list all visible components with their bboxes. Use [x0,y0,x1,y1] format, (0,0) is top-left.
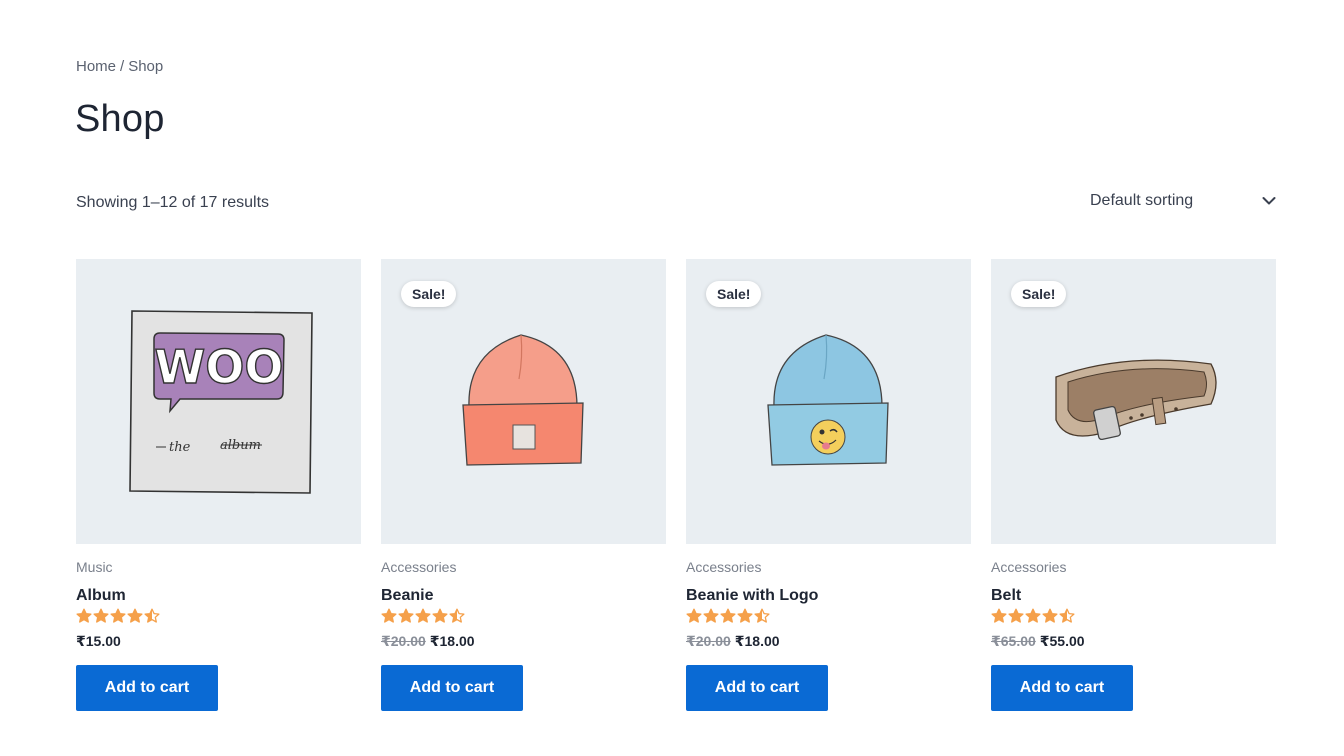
star-icon [127,608,143,629]
product-price: ₹20.00 ₹18.00 [381,633,666,650]
star-icon [737,608,753,629]
chevron-down-icon [1262,196,1276,206]
product-category: Accessories [686,559,762,575]
star-icon [686,608,702,629]
add-to-cart-button[interactable]: Add to cart [76,665,218,711]
svg-text:WOO: WOO [154,340,283,394]
product-category: Music [76,559,113,575]
star-icon [76,608,92,629]
product-grid: WOO the album Music Album ₹15.00 Add to … [76,259,1276,711]
breadcrumb-home-link[interactable]: Home [76,58,116,75]
add-to-cart-button[interactable]: Add to cart [991,665,1133,711]
breadcrumb: Home / Shop [76,58,163,75]
sorting-select[interactable]: Default sorting [1090,188,1276,214]
product-image-album[interactable]: WOO the album [76,259,361,544]
star-rating [991,608,1276,629]
star-icon [398,608,414,629]
star-icon [415,608,431,629]
shop-page: Home / Shop Shop Showing 1–12 of 17 result… [0,0,1344,756]
star-icon [1059,608,1075,629]
star-icon [381,608,397,629]
product-card: Sale! Accessories Belt ₹65.00 ₹55.00 Add… [991,259,1276,711]
product-image-beanie-with-logo[interactable]: Sale! [686,259,971,544]
product-name[interactable]: Beanie with Logo [686,587,971,605]
result-count: Showing 1–12 of 17 results [76,194,270,211]
add-to-cart-button[interactable]: Add to cart [381,665,523,711]
product-image-beanie[interactable]: Sale! [381,259,666,544]
product-price: ₹20.00 ₹18.00 [686,633,971,650]
sale-badge: Sale! [1011,281,1067,307]
product-category: Accessories [381,559,457,575]
star-icon [432,608,448,629]
star-icon [110,608,126,629]
sale-badge: Sale! [401,281,457,307]
star-icon [703,608,719,629]
belt-icon [1055,358,1217,440]
star-icon [754,608,770,629]
add-to-cart-button[interactable]: Add to cart [686,665,828,711]
woo-album-icon: WOO the album [128,309,313,494]
star-icon [1042,608,1058,629]
page-title: Shop [75,98,165,140]
star-icon [93,608,109,629]
original-price: ₹20.00 [686,633,731,649]
current-price: ₹15.00 [76,633,121,649]
breadcrumb-separator: / [120,58,125,75]
product-price: ₹15.00 [76,633,361,650]
product-card: Sale! Accessories Beanie with Logo ₹20.0… [686,259,971,711]
product-name[interactable]: Belt [991,587,1276,605]
star-rating [381,608,666,629]
sale-badge: Sale! [706,281,762,307]
star-icon [720,608,736,629]
blue-beanie-icon [766,333,889,466]
star-icon [1025,608,1041,629]
product-category: Accessories [991,559,1067,575]
current-price: ₹18.00 [429,633,475,649]
product-price: ₹65.00 ₹55.00 [991,633,1276,650]
product-card: Sale! Accessories Beanie ₹20.00 ₹18.00 A… [381,259,666,711]
orange-beanie-icon [461,333,584,466]
star-icon [1008,608,1024,629]
star-icon [449,608,465,629]
product-name[interactable]: Beanie [381,587,666,605]
svg-text:the: the [169,440,191,455]
current-price: ₹55.00 [1039,633,1085,649]
breadcrumb-current: Shop [128,58,164,75]
star-rating [686,608,971,629]
sorting-selected-label: Default sorting [1090,192,1194,209]
original-price: ₹20.00 [381,633,426,649]
product-image-belt[interactable]: Sale! [991,259,1276,544]
svg-text:album: album [220,438,261,453]
product-card: WOO the album Music Album ₹15.00 Add to … [76,259,361,711]
star-icon [991,608,1007,629]
current-price: ₹18.00 [734,633,780,649]
product-name[interactable]: Album [76,587,361,605]
original-price: ₹65.00 [991,633,1036,649]
star-rating [76,608,361,629]
star-icon [144,608,160,629]
